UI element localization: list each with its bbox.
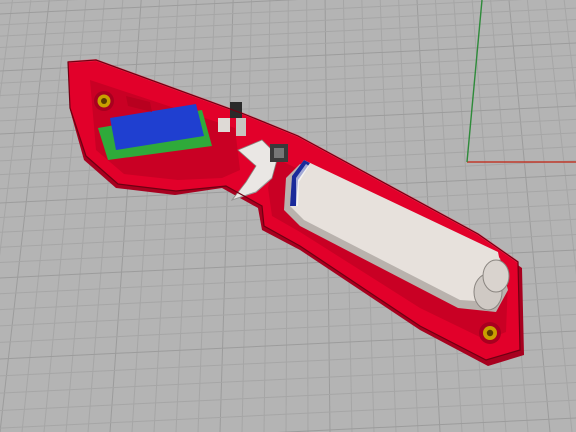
perspective-viewport-canvas[interactable] [0, 0, 576, 432]
screw-boss-front [94, 91, 114, 111]
screw-boss-rear [479, 322, 501, 344]
cad-viewport[interactable] [0, 0, 576, 432]
battery-contact [270, 144, 288, 162]
